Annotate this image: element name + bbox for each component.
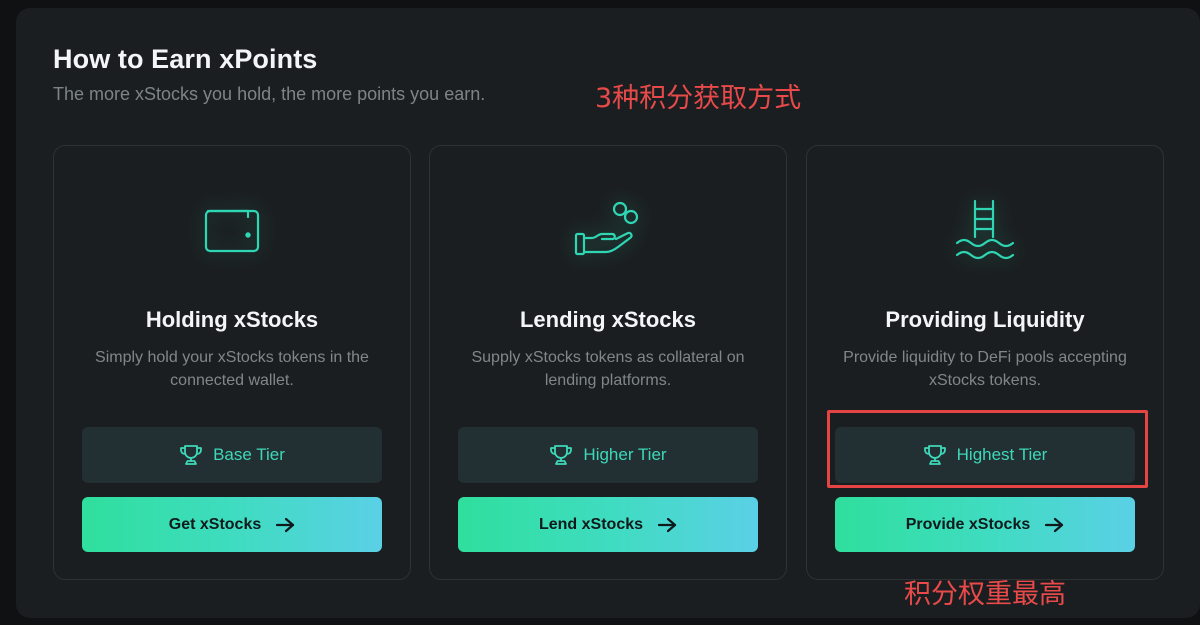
tier-label: Higher Tier bbox=[583, 445, 667, 464]
arrow-right-icon bbox=[657, 517, 677, 532]
wallet-icon bbox=[187, 190, 277, 270]
hand-coins-icon bbox=[563, 190, 653, 270]
trophy-icon bbox=[180, 445, 202, 465]
lend-xstocks-button[interactable]: Lend xStocks bbox=[458, 497, 758, 552]
page-subtitle: The more xStocks you hold, the more poin… bbox=[53, 84, 486, 104]
card-title: Providing Liquidity bbox=[885, 307, 1085, 332]
annotation-highest-weight: 积分权重最高 bbox=[904, 579, 1066, 610]
card-liquidity: Providing Liquidity Provide liquidity to… bbox=[806, 145, 1164, 580]
arrow-right-icon bbox=[1045, 517, 1064, 532]
get-xstocks-button[interactable]: Get xStocks bbox=[82, 497, 382, 552]
tier-label: Base Tier bbox=[213, 445, 285, 464]
button-label: Provide xStocks bbox=[905, 515, 1031, 533]
provide-xstocks-button[interactable]: Provide xStocks bbox=[835, 497, 1135, 552]
card-title: Lending xStocks bbox=[519, 307, 697, 332]
button-label: Get xStocks bbox=[168, 515, 262, 533]
annotation-earn-methods: 3种积分获取方式 bbox=[595, 83, 802, 114]
arrow-right-icon bbox=[276, 517, 295, 532]
card-holding: Holding xStocks Simply hold your xStocks… bbox=[53, 145, 411, 580]
tier-badge-base: Base Tier bbox=[82, 427, 382, 483]
button-label: Lend xStocks bbox=[538, 515, 644, 533]
card-lending: Lending xStocks Supply xStocks tokens as… bbox=[429, 145, 787, 580]
card-description: Simply hold your xStocks tokens in the c… bbox=[95, 349, 369, 389]
tier-badge-higher: Higher Tier bbox=[458, 427, 758, 483]
card-title: Holding xStocks bbox=[145, 307, 319, 332]
annotation-highlight-box bbox=[827, 410, 1148, 488]
page-title: How to Earn xPoints bbox=[53, 44, 318, 74]
card-description: Provide liquidity to DeFi pools acceptin… bbox=[843, 349, 1127, 389]
pool-ladder-icon bbox=[940, 190, 1030, 270]
card-description: Supply xStocks tokens as collateral on l… bbox=[471, 349, 745, 389]
trophy-icon bbox=[550, 445, 573, 465]
